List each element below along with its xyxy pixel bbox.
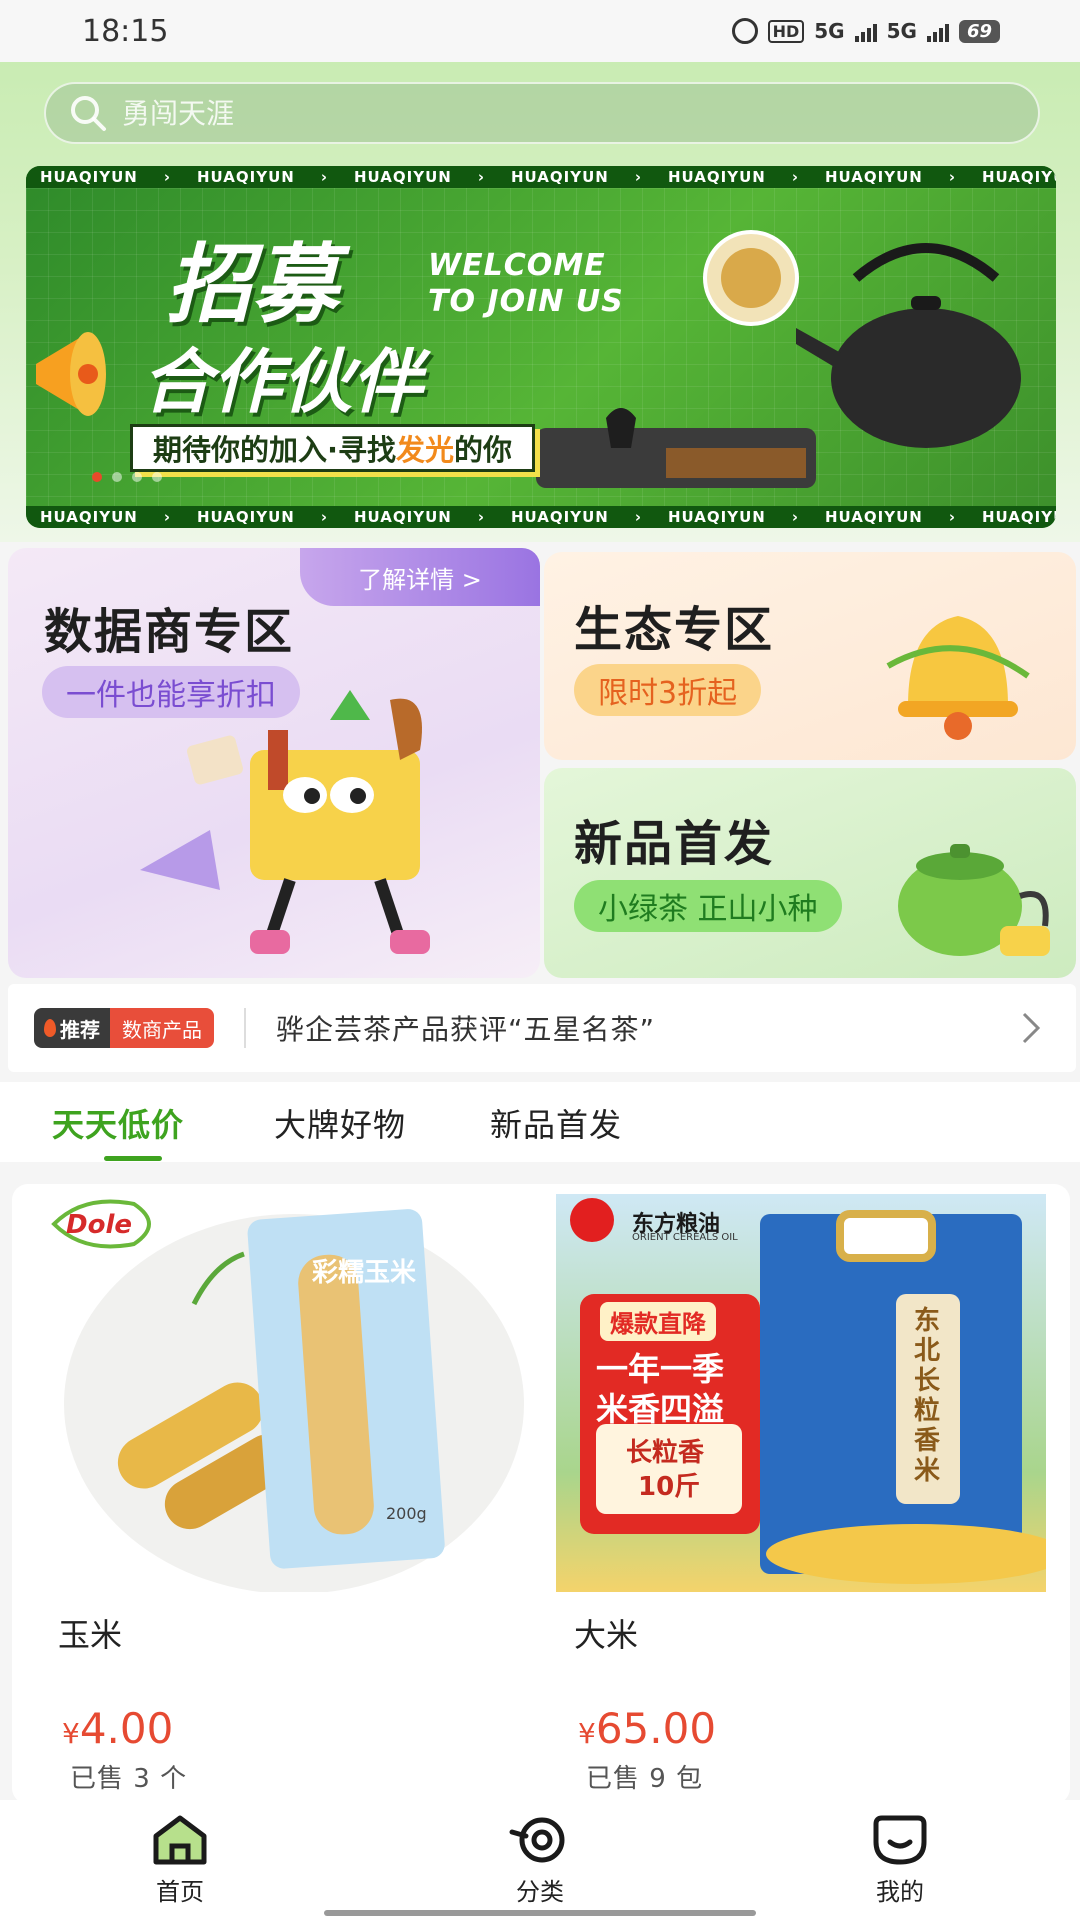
network-label-1: 5G xyxy=(814,19,845,43)
battery-icon: 69 xyxy=(958,19,1000,43)
promo-badge: 爆款直降 xyxy=(600,1302,716,1341)
home-indicator[interactable] xyxy=(324,1910,756,1916)
banner-dot[interactable] xyxy=(112,472,122,482)
data-merchant-zone-title: 数据商专区 xyxy=(44,604,295,660)
product-name[interactable]: 大米 xyxy=(574,1610,638,1656)
banner-pagination[interactable] xyxy=(92,472,162,482)
product-name[interactable]: 玉米 xyxy=(58,1610,122,1656)
tab-daily-low-price[interactable]: 天天低价 xyxy=(52,1100,184,1146)
alarm-icon xyxy=(731,18,758,44)
tag-weight: 10斤 xyxy=(638,1472,701,1502)
nav-category[interactable]: 分类 xyxy=(440,1814,640,1907)
banner-strip-top: HUAQIYUN › HUAQIYUN › HUAQIYUN › HUAQIYUN › HUAQ… xyxy=(26,166,1056,188)
bell-image xyxy=(886,616,1030,740)
nav-home[interactable]: 首页 xyxy=(80,1814,280,1907)
tag-long-grain: 长粒香 xyxy=(626,1438,705,1468)
new-release-zone-pill: 小绿茶 正山小种 xyxy=(574,880,842,932)
banner-strip-bottom: HUAQIYUN › HUAQIYUN › HUAQIYUN › HUAQIYUN › HUAQ… xyxy=(26,506,1056,528)
tab-new-release[interactable]: 新品首发 xyxy=(490,1100,622,1146)
search-bar[interactable] xyxy=(44,82,1040,144)
product-price: ¥4.00 xyxy=(62,1704,174,1753)
tea-tray-image xyxy=(536,408,816,488)
shopping-basket-mascot-image xyxy=(140,690,430,954)
promo-banner[interactable]: HUAQIYUN › HUAQIYUN › HUAQIYUN › HUAQIYUN › HUAQ… xyxy=(26,166,1056,528)
banner-title-line2: 合作伙伴 xyxy=(142,341,422,423)
recommend-notice-bar[interactable]: 推荐 数商产品 骅企芸茶产品获评“五星名茶” xyxy=(8,984,1076,1072)
chevron-right-icon xyxy=(1022,1012,1041,1044)
divider xyxy=(244,1008,246,1048)
status-icons: HD 5G 5G 69 xyxy=(731,18,1000,44)
brand-logo: Dole xyxy=(66,1210,132,1240)
notice-text: 骅企芸茶产品获评“五星名茶” xyxy=(276,1013,656,1046)
status-time: 18:15 xyxy=(82,13,169,49)
profile-icon xyxy=(873,1815,927,1865)
kettle-image xyxy=(898,844,1050,956)
active-tab-indicator xyxy=(104,1156,162,1161)
weight-label: 200g xyxy=(386,1504,427,1523)
product-price: ¥65.00 xyxy=(578,1704,717,1753)
signal-icon xyxy=(926,20,949,42)
search-icon xyxy=(71,96,106,131)
teapot-image xyxy=(796,243,1021,448)
product-sold-count: 已售 3 个 xyxy=(70,1764,188,1794)
product-image-corn[interactable]: Dole 彩糯玉米 200g xyxy=(44,1194,534,1592)
banner-dot[interactable] xyxy=(92,472,102,482)
tab-big-brands[interactable]: 大牌好物 xyxy=(274,1100,406,1146)
product-sold-count: 已售 9 包 xyxy=(586,1764,704,1794)
ecology-zone-title: 生态专区 xyxy=(574,602,775,658)
hd-icon: HD xyxy=(767,19,805,43)
bag-label: 东北长粒香米 xyxy=(914,1306,941,1486)
flame-icon xyxy=(44,1019,56,1037)
megaphone-icon xyxy=(36,332,106,416)
banner-welcome: WELCOME TO JOIN US xyxy=(428,248,624,319)
category-icon xyxy=(509,1817,565,1863)
banner-dot[interactable] xyxy=(152,472,162,482)
new-release-zone-title: 新品首发 xyxy=(574,816,775,872)
signal-icon xyxy=(854,20,877,42)
status-bar: 18:15 HD 5G 5G 69 xyxy=(0,0,1080,62)
ecology-zone-pill: 限时3折起 xyxy=(574,664,762,716)
bottom-navigation: 首页 分类 我的 xyxy=(0,1800,1080,1920)
banner-title-line1: 招募 xyxy=(166,235,338,335)
recommend-badge: 推荐 数商产品 xyxy=(34,1008,214,1048)
home-icon xyxy=(153,1815,207,1865)
search-input[interactable] xyxy=(122,96,982,130)
teacup-image xyxy=(703,230,799,326)
nav-profile[interactable]: 我的 xyxy=(800,1814,1000,1907)
learn-more-tag[interactable]: 了解详情 > xyxy=(300,548,540,606)
product-image-rice[interactable]: 东方粮油 ORIENT CEREALS OIL 爆款直降 一年一季 米香四溢 长… xyxy=(556,1194,1046,1592)
brand-logo-en: ORIENT CEREALS OIL xyxy=(632,1232,738,1243)
pack-label: 彩糯玉米 xyxy=(312,1258,417,1288)
slogan-line2: 米香四溢 xyxy=(596,1390,725,1428)
banner-dot[interactable] xyxy=(132,472,142,482)
network-label-2: 5G xyxy=(886,19,917,43)
banner-subtitle: 期待你的加入·寻找 发光 的你 xyxy=(130,424,536,472)
